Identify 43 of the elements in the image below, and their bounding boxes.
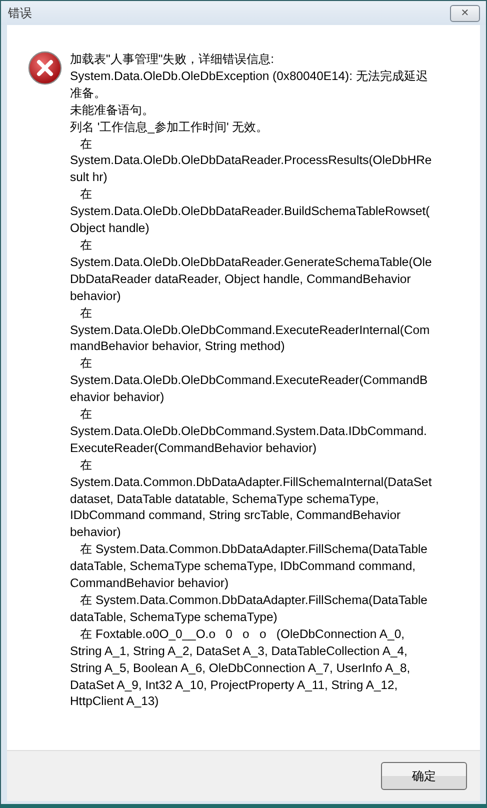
error-message-line: System.Data.OleDb.OleDbCommand.ExecuteReaderInternal(Com <box>70 322 431 338</box>
error-message-line: IDbCommand command, String srcTable, CommandBehavior <box>70 507 402 524</box>
error-message-line: System.Data.OleDb.OleDbCommand.ExecuteReader(CommandB <box>70 372 429 390</box>
error-message-line: HttpClient A_13) <box>70 693 160 710</box>
error-message-line: Object handle) <box>70 220 150 237</box>
error-message-line: System.Data.OleDb.OleDbException (0x80040E14): 无法完成延迟 <box>70 68 429 85</box>
error-message-line: dataset, DataTable datatable, SchemaType schemaType, <box>70 490 380 508</box>
error-message-line: 在 <box>79 304 94 322</box>
error-message-line: System.Data.OleDb.OleDbDataReader.GenerateSchemaTable(Ole <box>70 254 432 271</box>
error-message-line: System.Data.Common.DbDataAdapter.FillSchemaInternal(DataSet <box>70 474 432 491</box>
error-message-line: 列名 '工作信息_参加工作时间' 无效。 <box>70 118 270 136</box>
error-message-line: DbDataReader dataReader, Object handle, CommandBehavior <box>70 270 412 288</box>
error-message-line: System.Data.OleDb.OleDbCommand.System.Data.IDbCommand. <box>70 422 428 440</box>
window-title: 错误 <box>8 4 32 22</box>
error-message-line: behavior) <box>70 288 122 305</box>
error-message-line: 加载表"人事管理"失败，详细错误信息: <box>70 51 276 68</box>
error-message-line: 在 <box>79 236 94 254</box>
error-message-line: 未能准备语句。 <box>70 102 155 119</box>
error-message-line: ehavior behavior) <box>70 389 166 406</box>
error-message-line: String A_5, Boolean A_6, OleDbConnection A_7, UserInfo A_8, <box>70 660 412 677</box>
error-message-line: 准备。 <box>70 84 107 102</box>
error-message-line: 在 <box>79 136 94 152</box>
error-message-line: dataTable, SchemaType schemaType, IDbCommand command, <box>70 558 416 576</box>
error-message-line: ExecuteReader(CommandBehavior behavior) <box>70 440 318 457</box>
error-message-line: dataTable, SchemaType schemaType) <box>70 608 278 626</box>
error-message-line: 在 Foxtable.o0O_0__O.o 0 o o (OleDbConnection A_0, <box>79 626 406 643</box>
error-message-line: CommandBehavior behavior) <box>70 575 230 592</box>
ok-button[interactable]: 确定 <box>381 762 467 790</box>
error-message-line: 在 System.Data.Common.DbDataAdapter.FillSchema(DataTable <box>79 592 428 609</box>
error-message-line: String A_1, String A_2, DataSet A_3, DataTableCollection A_4, <box>70 642 408 660</box>
error-icon <box>28 51 62 85</box>
close-button[interactable]: ✕ <box>450 4 480 22</box>
error-message-line: 在 <box>79 186 94 204</box>
error-message-line: 在 <box>79 355 94 372</box>
error-message-line: mandBehavior behavior, String method) <box>70 338 286 356</box>
error-message-line: System.Data.OleDb.OleDbDataReader.BuildSchemaTableRowset( <box>70 203 431 220</box>
error-message-line: sult hr) <box>70 169 108 186</box>
error-message-line: behavior) <box>70 524 122 542</box>
error-message-line: System.Data.OleDb.OleDbDataReader.ProcessResults(OleDbHRe <box>70 152 432 170</box>
error-message-line: 在 <box>79 456 94 474</box>
error-message-line: 在 System.Data.Common.DbDataAdapter.FillSchema(DataTable <box>79 541 428 558</box>
error-message-line: DataSet A_9, Int32 A_10, ProjectProperty A_11, String A_12, <box>70 676 399 694</box>
error-message-line: 在 <box>79 406 94 423</box>
